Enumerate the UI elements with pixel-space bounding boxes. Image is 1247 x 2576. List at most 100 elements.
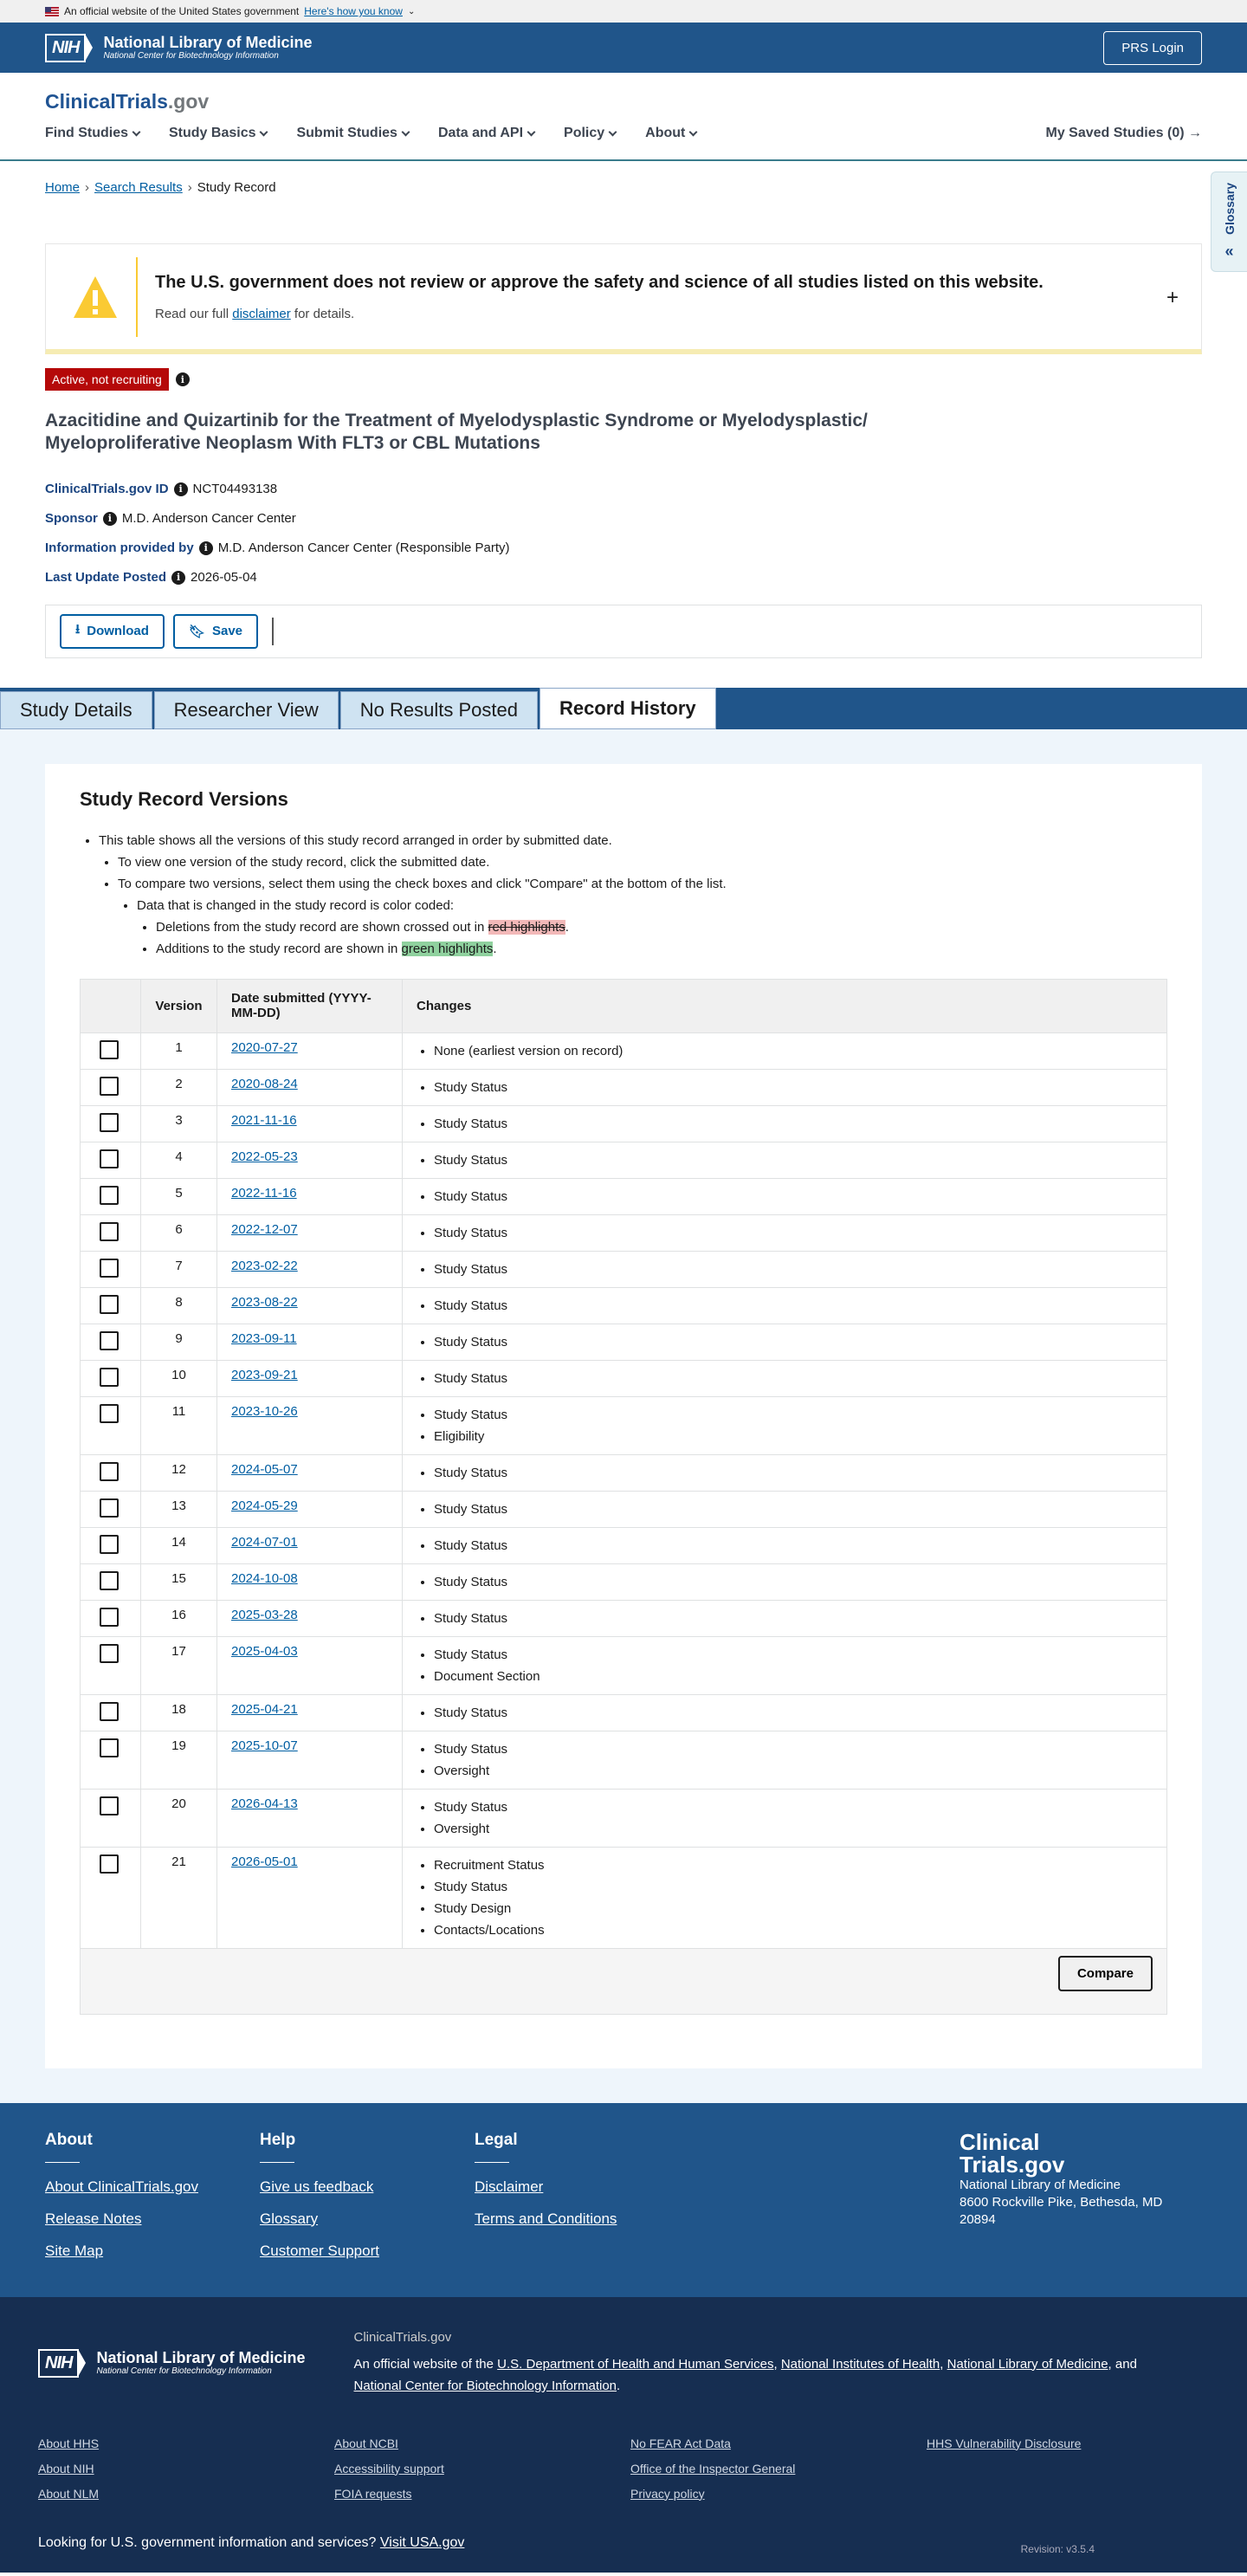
version-date-link[interactable]: 2023-08-22: [231, 1295, 298, 1310]
info-icon[interactable]: i: [175, 372, 190, 386]
nav-find-studies[interactable]: Find Studies: [45, 126, 141, 141]
version-checkbox[interactable]: [100, 1185, 119, 1205]
breadcrumb-search-results[interactable]: Search Results: [94, 180, 183, 195]
usagov-link[interactable]: Visit USA.gov: [380, 2535, 465, 2550]
footer-link[interactable]: Disclaimer: [475, 2178, 689, 2196]
nlm-link[interactable]: National Library of Medicine: [947, 2357, 1108, 2372]
nav-about[interactable]: About: [645, 126, 698, 141]
version-checkbox[interactable]: [100, 1643, 119, 1663]
version-date-link[interactable]: 2023-10-26: [231, 1404, 298, 1419]
version-date-link[interactable]: 2020-08-24: [231, 1077, 298, 1091]
footer-link[interactable]: Release Notes: [45, 2210, 260, 2228]
tab-record-history[interactable]: Record History: [539, 687, 716, 729]
nlm-footer-link[interactable]: About NLM: [38, 2487, 334, 2501]
nlm-footer-link[interactable]: Accessibility support: [334, 2462, 630, 2476]
nih-header: NIH National Library of Medicine Nationa…: [0, 23, 1247, 73]
version-checkbox[interactable]: [100, 1076, 119, 1096]
version-date-link[interactable]: 2025-10-07: [231, 1738, 298, 1753]
hhs-link[interactable]: U.S. Department of Health and Human Serv…: [497, 2357, 773, 2372]
version-checkbox[interactable]: [100, 1039, 119, 1059]
version-date-link[interactable]: 2025-03-28: [231, 1608, 298, 1622]
nav-policy[interactable]: Policy: [564, 126, 617, 141]
disclaimer-link[interactable]: disclaimer: [232, 307, 291, 321]
download-button[interactable]: ⭳ Download: [60, 613, 165, 649]
version-date-link[interactable]: 2024-05-29: [231, 1498, 298, 1513]
nlm-footer-link[interactable]: About NIH: [38, 2462, 334, 2476]
footer-link[interactable]: Give us feedback: [260, 2178, 475, 2196]
breadcrumb-home[interactable]: Home: [45, 180, 80, 195]
footer-link[interactable]: Site Map: [45, 2243, 260, 2260]
nlm-footer-link[interactable]: HHS Vulnerability Disclosure: [927, 2437, 1223, 2450]
version-checkbox[interactable]: [100, 1221, 119, 1241]
compare-button[interactable]: Compare: [1057, 1955, 1153, 1991]
version-checkbox[interactable]: [100, 1112, 119, 1132]
nlm-footer-link[interactable]: About HHS: [38, 2437, 334, 2450]
version-checkbox[interactable]: [100, 1738, 119, 1757]
nav-study-basics[interactable]: Study Basics: [169, 126, 268, 141]
nlm-footer-link[interactable]: About NCBI: [334, 2437, 630, 2450]
version-date-link[interactable]: 2026-05-01: [231, 1854, 298, 1869]
version-date-link[interactable]: 2020-07-27: [231, 1040, 298, 1055]
version-date-link[interactable]: 2022-12-07: [231, 1222, 298, 1237]
save-button[interactable]: 🔖︎ Save: [172, 613, 259, 649]
version-date-link[interactable]: 2024-10-08: [231, 1571, 298, 1586]
version-checkbox[interactable]: [100, 1461, 119, 1481]
version-checkbox[interactable]: [100, 1149, 119, 1168]
version-checkbox[interactable]: [100, 1330, 119, 1350]
version-date-link[interactable]: 2024-05-07: [231, 1462, 298, 1477]
chevron-down-icon: [608, 127, 617, 136]
nav-data-and-api[interactable]: Data and API: [438, 126, 536, 141]
version-checkbox[interactable]: [100, 1854, 119, 1874]
version-date-link[interactable]: 2025-04-03: [231, 1644, 298, 1659]
version-checkbox[interactable]: [100, 1403, 119, 1423]
version-checkbox[interactable]: [100, 1796, 119, 1815]
ncbi-link[interactable]: National Center for Biotechnology Inform…: [354, 2379, 617, 2393]
tab-study-details[interactable]: Study Details: [0, 690, 152, 729]
footer-link[interactable]: Customer Support: [260, 2243, 475, 2260]
version-checkbox[interactable]: [100, 1607, 119, 1627]
clinicaltrials-logo[interactable]: ClinicalTrials.gov: [45, 73, 1202, 113]
changes-list: Recruitment StatusStudy StatusStudy Desi…: [417, 1854, 1153, 1941]
expand-plus-icon[interactable]: +: [1166, 286, 1179, 310]
nih-link[interactable]: National Institutes of Health: [781, 2357, 940, 2372]
tab-researcher-view[interactable]: Researcher View: [153, 690, 339, 729]
nlm-logo[interactable]: NIH National Library of Medicine Nationa…: [45, 33, 313, 62]
version-date-link[interactable]: 2022-11-16: [231, 1186, 297, 1201]
footer-link[interactable]: Terms and Conditions: [475, 2210, 689, 2228]
version-date-link[interactable]: 2023-02-22: [231, 1259, 298, 1273]
info-icon[interactable]: i: [171, 570, 186, 585]
gov-banner: An official website of the United States…: [0, 0, 1247, 23]
tab-no-results-posted[interactable]: No Results Posted: [339, 690, 538, 729]
nlm-footer-link[interactable]: Privacy policy: [630, 2487, 927, 2501]
version-checkbox[interactable]: [100, 1294, 119, 1314]
footer-link[interactable]: About ClinicalTrials.gov: [45, 2178, 260, 2196]
version-date-link[interactable]: 2024-07-01: [231, 1535, 298, 1550]
version-date-link[interactable]: 2023-09-21: [231, 1368, 298, 1382]
version-date-link[interactable]: 2021-11-16: [231, 1113, 297, 1128]
version-date-link[interactable]: 2023-09-11: [231, 1331, 297, 1346]
nav-submit-studies[interactable]: Submit Studies: [296, 126, 410, 141]
version-checkbox[interactable]: [100, 1258, 119, 1278]
version-checkbox[interactable]: [100, 1701, 119, 1721]
version-checkbox[interactable]: [100, 1534, 119, 1554]
nlm-footer-link[interactable]: No FEAR Act Data: [630, 2437, 927, 2450]
nlm-footer-link[interactable]: FOIA requests: [334, 2487, 630, 2501]
info-icon[interactable]: i: [102, 511, 117, 526]
my-saved-studies-link[interactable]: My Saved Studies (0) →: [1046, 126, 1203, 141]
heres-how-you-know-link[interactable]: Here's how you know: [304, 5, 403, 17]
table-row: 12 2024-05-07 Study Status: [80, 1453, 1167, 1492]
version-checkbox[interactable]: [100, 1367, 119, 1387]
version-date-link[interactable]: 2022-05-23: [231, 1149, 298, 1164]
nlm-footer-logo[interactable]: NIH National Library of Medicine Nationa…: [38, 2330, 306, 2397]
glossary-tab[interactable]: Glossary «: [1211, 172, 1247, 272]
info-icon[interactable]: i: [173, 482, 188, 496]
version-checkbox[interactable]: [100, 1570, 119, 1590]
info-icon[interactable]: i: [198, 540, 213, 555]
nlm-footer-links: About HHS About NCBI No FEAR Act Data HHS V…: [38, 2437, 1209, 2501]
footer-link[interactable]: Glossary: [260, 2210, 475, 2228]
version-date-link[interactable]: 2026-04-13: [231, 1796, 298, 1811]
prs-login-button[interactable]: PRS Login: [1103, 30, 1202, 65]
version-date-link[interactable]: 2025-04-21: [231, 1702, 298, 1717]
nlm-footer-link[interactable]: Office of the Inspector General: [630, 2462, 927, 2476]
version-checkbox[interactable]: [100, 1498, 119, 1518]
